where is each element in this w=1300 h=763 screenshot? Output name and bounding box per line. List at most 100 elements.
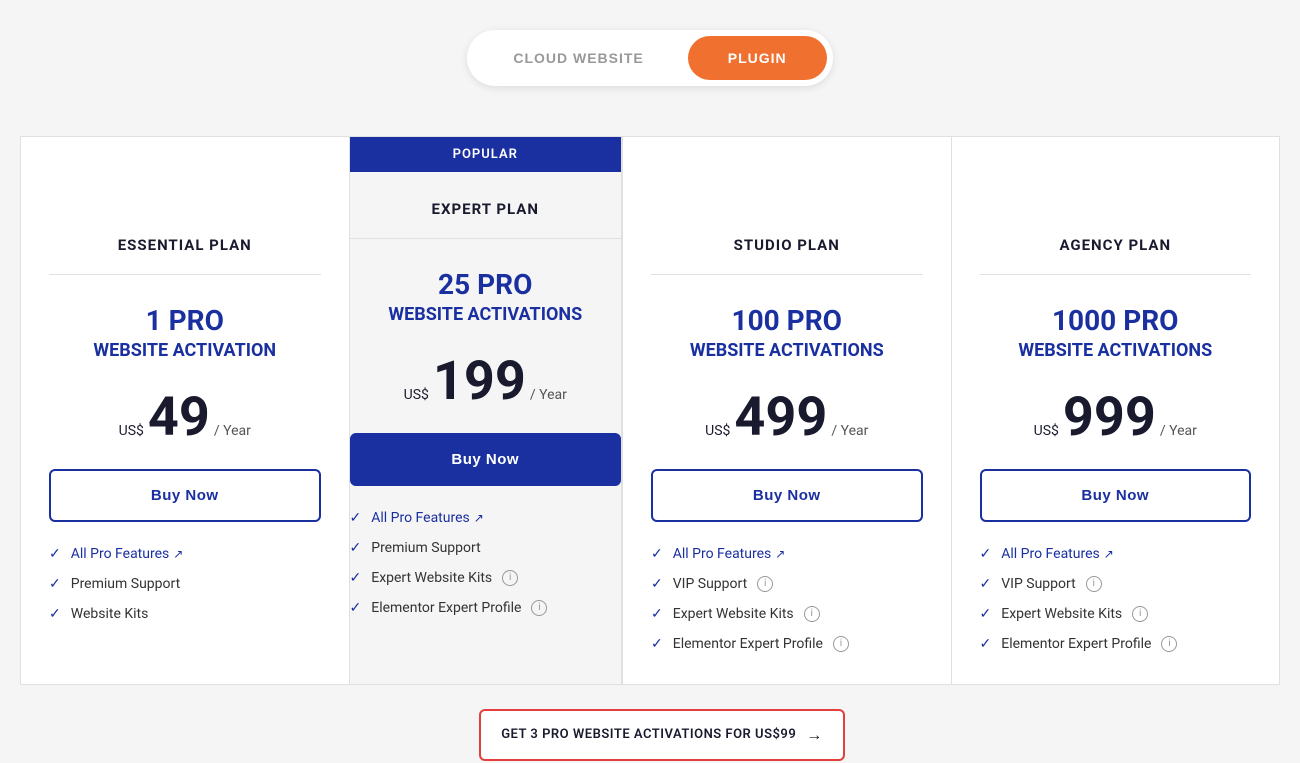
plan-card-agency: AGENCY PLAN 1000 PRO WEBSITE ACTIVATIONS… — [951, 136, 1281, 685]
price-period: / Year — [831, 423, 868, 439]
price-row: US$ 499 / Year — [651, 391, 923, 445]
plan-activation: 1 PRO WEBSITE ACTIVATION — [49, 303, 321, 363]
currency: US$ — [1034, 423, 1059, 439]
feature-item: ✓ Website Kits — [49, 606, 321, 622]
external-link-icon: ↗ — [474, 511, 484, 525]
features-list: ✓ All Pro Features ↗ ✓ VIP Support i ✓ E… — [980, 546, 1252, 652]
feature-item: ✓ All Pro Features ↗ — [651, 546, 923, 562]
price-amount: 999 — [1063, 391, 1156, 445]
feature-item: ✓ Premium Support — [49, 576, 321, 592]
check-icon: ✓ — [350, 540, 362, 556]
info-icon[interactable]: i — [502, 570, 518, 586]
activation-number: 100 PRO — [651, 303, 923, 339]
plan-name: EXPERT PLAN — [350, 172, 622, 239]
price-row: US$ 199 / Year — [350, 355, 622, 409]
pro-features-link[interactable]: All Pro Features ↗ — [371, 510, 484, 526]
price-period: / Year — [214, 423, 251, 439]
feature-text: Expert Website Kits — [371, 570, 492, 586]
feature-item: ✓ Premium Support — [350, 540, 622, 556]
promo-text: GET 3 PRO WEBSITE ACTIVATIONS FOR US$99 — [501, 727, 796, 742]
buy-now-button[interactable]: Buy Now — [651, 469, 923, 522]
feature-item: ✓ Expert Website Kits i — [980, 606, 1252, 622]
plan-card-expert: POPULAR EXPERT PLAN 25 PRO WEBSITE ACTIV… — [349, 136, 623, 685]
features-list: ✓ All Pro Features ↗ ✓ Premium Support ✓… — [49, 546, 321, 622]
feature-text: Expert Website Kits — [673, 606, 794, 622]
promo-arrow-icon: → — [806, 725, 823, 745]
popular-badge: POPULAR — [350, 137, 622, 172]
feature-item: ✓ VIP Support i — [651, 576, 923, 592]
info-icon[interactable]: i — [833, 636, 849, 652]
activation-label: WEBSITE ACTIVATION — [49, 339, 321, 362]
check-icon: ✓ — [350, 600, 362, 616]
info-icon[interactable]: i — [1161, 636, 1177, 652]
feature-text: All Pro Features — [673, 546, 772, 562]
check-icon: ✓ — [980, 576, 992, 592]
activation-number: 1 PRO — [49, 303, 321, 339]
buy-now-button[interactable]: Buy Now — [980, 469, 1252, 522]
price-period: / Year — [530, 387, 567, 403]
feature-item: ✓ All Pro Features ↗ — [980, 546, 1252, 562]
currency: US$ — [119, 423, 144, 439]
plan-name: AGENCY PLAN — [980, 208, 1252, 275]
activation-label: WEBSITE ACTIVATIONS — [651, 339, 923, 362]
feature-text: All Pro Features — [71, 546, 170, 562]
features-list: ✓ All Pro Features ↗ ✓ VIP Support i ✓ E… — [651, 546, 923, 652]
check-icon: ✓ — [651, 546, 663, 562]
activation-number: 25 PRO — [350, 267, 622, 303]
pro-features-link[interactable]: All Pro Features ↗ — [673, 546, 786, 562]
feature-item: ✓ All Pro Features ↗ — [350, 510, 622, 526]
price-row: US$ 49 / Year — [49, 391, 321, 445]
feature-text: Elementor Expert Profile — [1001, 636, 1151, 652]
pro-features-link[interactable]: All Pro Features ↗ — [1001, 546, 1114, 562]
check-icon: ✓ — [49, 576, 61, 592]
external-link-icon: ↗ — [173, 547, 183, 561]
feature-item: ✓ Expert Website Kits i — [350, 570, 622, 586]
features-list: ✓ All Pro Features ↗ ✓ Premium Support ✓… — [350, 510, 622, 616]
buy-now-button[interactable]: Buy Now — [49, 469, 321, 522]
feature-text: Premium Support — [371, 540, 480, 556]
info-icon[interactable]: i — [1086, 576, 1102, 592]
info-icon[interactable]: i — [531, 600, 547, 616]
pro-features-link[interactable]: All Pro Features ↗ — [71, 546, 184, 562]
feature-text: All Pro Features — [371, 510, 470, 526]
feature-item: ✓ Elementor Expert Profile i — [350, 600, 622, 616]
cloud-website-toggle-btn[interactable]: CLOUD WEBSITE — [473, 36, 683, 80]
feature-text: Expert Website Kits — [1001, 606, 1122, 622]
check-icon: ✓ — [980, 606, 992, 622]
feature-item: ✓ Elementor Expert Profile i — [651, 636, 923, 652]
currency: US$ — [705, 423, 730, 439]
price-row: US$ 999 / Year — [980, 391, 1252, 445]
feature-text: Elementor Expert Profile — [673, 636, 823, 652]
feature-text: VIP Support — [673, 576, 747, 592]
check-icon: ✓ — [980, 546, 992, 562]
plan-activation: 25 PRO WEBSITE ACTIVATIONS — [350, 267, 622, 327]
external-link-icon: ↗ — [775, 547, 785, 561]
plan-card-studio: STUDIO PLAN 100 PRO WEBSITE ACTIVATIONS … — [622, 136, 951, 685]
feature-text: Website Kits — [71, 606, 149, 622]
feature-item: ✓ All Pro Features ↗ — [49, 546, 321, 562]
check-icon: ✓ — [651, 606, 663, 622]
check-icon: ✓ — [49, 606, 61, 622]
plan-name: STUDIO PLAN — [651, 208, 923, 275]
info-icon[interactable]: i — [804, 606, 820, 622]
feature-item: ✓ Expert Website Kits i — [651, 606, 923, 622]
currency: US$ — [404, 387, 429, 403]
plan-type-toggle[interactable]: CLOUD WEBSITE PLUGIN — [467, 30, 832, 86]
check-icon: ✓ — [651, 636, 663, 652]
feature-text: Elementor Expert Profile — [371, 600, 521, 616]
buy-now-button[interactable]: Buy Now — [350, 433, 622, 486]
check-icon: ✓ — [980, 636, 992, 652]
plan-card-essential: ESSENTIAL PLAN 1 PRO WEBSITE ACTIVATION … — [20, 136, 349, 685]
plan-name: ESSENTIAL PLAN — [49, 208, 321, 275]
pricing-cards-container: ESSENTIAL PLAN 1 PRO WEBSITE ACTIVATION … — [20, 136, 1280, 685]
feature-text: Premium Support — [71, 576, 180, 592]
info-icon[interactable]: i — [1132, 606, 1148, 622]
plugin-toggle-btn[interactable]: PLUGIN — [688, 36, 827, 80]
check-icon: ✓ — [350, 510, 362, 526]
external-link-icon: ↗ — [1104, 547, 1114, 561]
check-icon: ✓ — [49, 546, 61, 562]
promo-banner[interactable]: GET 3 PRO WEBSITE ACTIVATIONS FOR US$99 … — [479, 709, 845, 761]
price-amount: 199 — [433, 355, 526, 409]
info-icon[interactable]: i — [757, 576, 773, 592]
feature-text: All Pro Features — [1001, 546, 1100, 562]
